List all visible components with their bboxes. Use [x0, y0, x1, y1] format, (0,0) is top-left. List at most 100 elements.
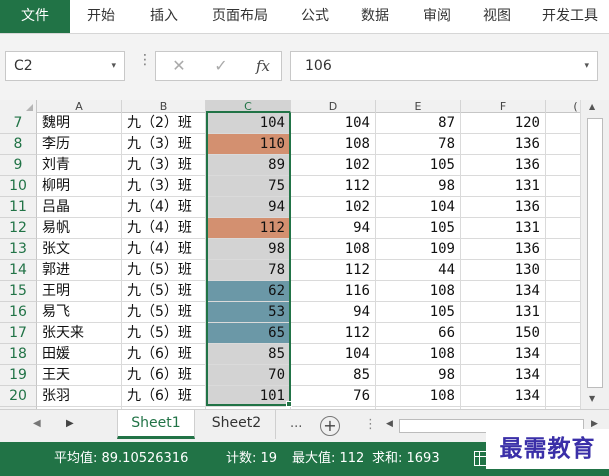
cell-f19[interactable]: 134: [461, 365, 546, 386]
cell-b7[interactable]: 九（2）班: [122, 113, 206, 134]
row-header[interactable]: 17: [0, 323, 37, 344]
tab-formulas[interactable]: 公式: [290, 0, 340, 33]
cell-e14[interactable]: 44: [376, 260, 461, 281]
name-box[interactable]: C2 ▾: [5, 51, 125, 81]
cell-e13[interactable]: 109: [376, 239, 461, 260]
cell-b10[interactable]: 九（3）班: [122, 176, 206, 197]
cell-d17[interactable]: 112: [291, 323, 376, 344]
cell-d12[interactable]: 94: [291, 218, 376, 239]
scroll-down-icon[interactable]: ▼: [589, 394, 595, 403]
tab-developer[interactable]: 开发工具: [532, 0, 609, 33]
cell-c18[interactable]: 85: [206, 344, 291, 365]
cell-a8[interactable]: 李历: [37, 134, 122, 155]
cell-c17[interactable]: 65: [206, 323, 291, 344]
cell-e15[interactable]: 108: [376, 281, 461, 302]
cell-d14[interactable]: 112: [291, 260, 376, 281]
cell-b13[interactable]: 九（4）班: [122, 239, 206, 260]
cell-c8[interactable]: 110: [206, 134, 291, 155]
tab-page-layout[interactable]: 页面布局: [202, 0, 278, 33]
cell-e9[interactable]: 105: [376, 155, 461, 176]
cell-d18[interactable]: 104: [291, 344, 376, 365]
column-header-e[interactable]: E: [376, 100, 461, 113]
row-header[interactable]: 7: [0, 113, 37, 134]
tab-home[interactable]: 开始: [76, 0, 126, 33]
cell-c9[interactable]: 89: [206, 155, 291, 176]
cell-e11[interactable]: 104: [376, 197, 461, 218]
column-header-a[interactable]: A: [37, 100, 122, 113]
cancel-icon[interactable]: ✕: [164, 52, 194, 80]
insert-function-icon[interactable]: fx: [248, 52, 278, 80]
more-sheets-button[interactable]: ...: [290, 416, 302, 431]
row-header[interactable]: 18: [0, 344, 37, 365]
cell-e16[interactable]: 105: [376, 302, 461, 323]
cell-a18[interactable]: 田媛: [37, 344, 122, 365]
cell-f12[interactable]: 131: [461, 218, 546, 239]
cell-d16[interactable]: 94: [291, 302, 376, 323]
scroll-right-icon[interactable]: ▶: [591, 419, 598, 429]
row-header[interactable]: 20: [0, 386, 37, 407]
cell-b8[interactable]: 九（3）班: [122, 134, 206, 155]
cell-f16[interactable]: 131: [461, 302, 546, 323]
cell-b14[interactable]: 九（5）班: [122, 260, 206, 281]
cell-a15[interactable]: 王明: [37, 281, 122, 302]
cell-a14[interactable]: 郭进: [37, 260, 122, 281]
cell-a10[interactable]: 柳明: [37, 176, 122, 197]
cell-b11[interactable]: 九（4）班: [122, 197, 206, 218]
cell-e12[interactable]: 105: [376, 218, 461, 239]
cell-c13[interactable]: 98: [206, 239, 291, 260]
cell-d20[interactable]: 76: [291, 386, 376, 407]
scroll-left-icon[interactable]: ◀: [386, 419, 393, 429]
cell-c12[interactable]: 112: [206, 218, 291, 239]
row-header[interactable]: 11: [0, 197, 37, 218]
check-icon[interactable]: ✓: [206, 52, 236, 80]
cell-c7[interactable]: 104: [206, 113, 291, 134]
cell-b16[interactable]: 九（5）班: [122, 302, 206, 323]
cell-e17[interactable]: 66: [376, 323, 461, 344]
cell-c14[interactable]: 78: [206, 260, 291, 281]
cell-f13[interactable]: 136: [461, 239, 546, 260]
column-header-d[interactable]: D: [291, 100, 376, 113]
cell-b19[interactable]: 九（6）班: [122, 365, 206, 386]
worksheet-grid[interactable]: A B C D E F( 7 魏明 九（2）班 104 104 87 120 8 李历 九（3）班 110 10…: [0, 100, 609, 409]
cell-e8[interactable]: 78: [376, 134, 461, 155]
tab-data[interactable]: 数据: [350, 0, 400, 33]
cell-b15[interactable]: 九（5）班: [122, 281, 206, 302]
add-sheet-icon[interactable]: +: [320, 416, 340, 436]
cell-c20[interactable]: 101: [206, 386, 291, 407]
sheet-tab-sheet1[interactable]: Sheet1: [117, 410, 195, 439]
cell-c11[interactable]: 94: [206, 197, 291, 218]
row-header[interactable]: 16: [0, 302, 37, 323]
column-header-c[interactable]: C: [206, 100, 291, 113]
tab-file[interactable]: 文件: [0, 0, 70, 33]
row-header[interactable]: 10: [0, 176, 37, 197]
cell-b20[interactable]: 九（6）班: [122, 386, 206, 407]
cell-e7[interactable]: 87: [376, 113, 461, 134]
row-header[interactable]: 12: [0, 218, 37, 239]
cell-f9[interactable]: 136: [461, 155, 546, 176]
cell-d9[interactable]: 102: [291, 155, 376, 176]
row-header[interactable]: 13: [0, 239, 37, 260]
cell-f20[interactable]: 134: [461, 386, 546, 407]
tab-insert[interactable]: 插入: [136, 0, 192, 33]
row-header[interactable]: 19: [0, 365, 37, 386]
row-header[interactable]: 14: [0, 260, 37, 281]
tab-view[interactable]: 视图: [472, 0, 522, 33]
cell-a9[interactable]: 刘青: [37, 155, 122, 176]
expand-formula-icon[interactable]: ▾: [584, 52, 589, 80]
cell-f10[interactable]: 131: [461, 176, 546, 197]
row-header[interactable]: 9: [0, 155, 37, 176]
cell-d15[interactable]: 116: [291, 281, 376, 302]
tab-review[interactable]: 审阅: [412, 0, 462, 33]
cell-f18[interactable]: 134: [461, 344, 546, 365]
cell-d19[interactable]: 85: [291, 365, 376, 386]
cell-c16[interactable]: 53: [206, 302, 291, 323]
cell-b17[interactable]: 九（5）班: [122, 323, 206, 344]
next-sheet-icon[interactable]: ▶: [66, 418, 74, 429]
vertical-scrollbar[interactable]: ▲ ▼: [580, 100, 609, 409]
cell-e19[interactable]: 98: [376, 365, 461, 386]
prev-sheet-icon[interactable]: ◀: [33, 418, 41, 429]
cell-e10[interactable]: 98: [376, 176, 461, 197]
cell-e18[interactable]: 108: [376, 344, 461, 365]
cell-a13[interactable]: 张文: [37, 239, 122, 260]
cell-d7[interactable]: 104: [291, 113, 376, 134]
